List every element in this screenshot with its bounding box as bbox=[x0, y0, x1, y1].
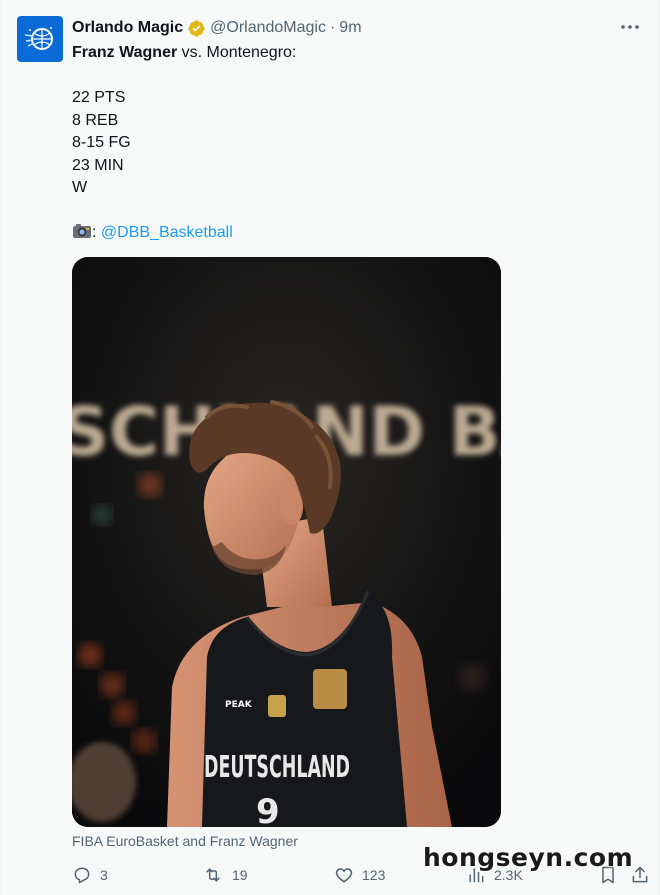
separator-dot: · bbox=[329, 19, 336, 36]
reply-button[interactable]: 3 bbox=[72, 862, 108, 888]
share-button[interactable] bbox=[630, 862, 658, 888]
credit-link[interactable]: @DBB_Basketball bbox=[101, 224, 233, 241]
watermark-text: hongseyn.com bbox=[423, 843, 634, 872]
stat-line: W bbox=[72, 179, 88, 196]
stat-line: 23 MIN bbox=[72, 156, 124, 174]
retweet-count: 19 bbox=[232, 867, 248, 883]
reply-count: 3 bbox=[100, 867, 108, 883]
world-cup-badge-icon bbox=[313, 669, 347, 709]
jersey-text: DEUTSCHLAND bbox=[204, 750, 350, 785]
stat-line: 8-15 FG bbox=[72, 134, 131, 151]
like-button[interactable]: 123 bbox=[334, 862, 385, 888]
player-name: Franz Wagner bbox=[72, 44, 178, 61]
verified-badge-icon bbox=[187, 19, 206, 38]
tweet-text: Franz Wagner vs. Montenegro: 22 PTS 8 RE… bbox=[72, 42, 632, 245]
stat-line: 8 REB bbox=[72, 111, 119, 129]
tweet-timestamp[interactable]: 9m bbox=[339, 19, 361, 37]
author-handle[interactable]: @OrlandoMagic bbox=[210, 19, 326, 37]
reply-icon bbox=[74, 867, 90, 884]
tweet-card[interactable]: Orlando Magic @OrlandoMagic · 9m Franz W… bbox=[0, 0, 660, 895]
germany-crest-icon bbox=[268, 695, 286, 717]
tweet-photo[interactable]: SCHLAND BASK PEAK DEUTSCHLAND 9 bbox=[72, 257, 501, 827]
stat-line: 22 PTS bbox=[72, 89, 126, 106]
tweet-header: Orlando Magic @OrlandoMagic · 9m bbox=[72, 17, 362, 39]
retweet-button[interactable]: 19 bbox=[202, 862, 248, 888]
jersey-brand-logo: PEAK bbox=[225, 700, 253, 710]
media-caption: FIBA EuroBasket and Franz Wagner bbox=[72, 833, 298, 849]
opponent-text: vs. Montenegro: bbox=[177, 44, 297, 61]
more-icon[interactable] bbox=[619, 18, 641, 36]
credit-colon: : bbox=[92, 224, 97, 241]
jersey-number: 9 bbox=[256, 792, 280, 827]
retweet-icon bbox=[206, 868, 220, 882]
camera-icon bbox=[72, 222, 92, 248]
photo-credit: : @DBB_Basketball bbox=[72, 222, 632, 245]
orlando-magic-logo-icon bbox=[24, 27, 53, 50]
tweet-line-intro: Franz Wagner vs. Montenegro: bbox=[72, 42, 632, 65]
like-count: 123 bbox=[362, 867, 386, 883]
author-display-name[interactable]: Orlando Magic bbox=[72, 19, 183, 37]
like-icon bbox=[335, 868, 353, 883]
avatar[interactable] bbox=[17, 16, 63, 62]
